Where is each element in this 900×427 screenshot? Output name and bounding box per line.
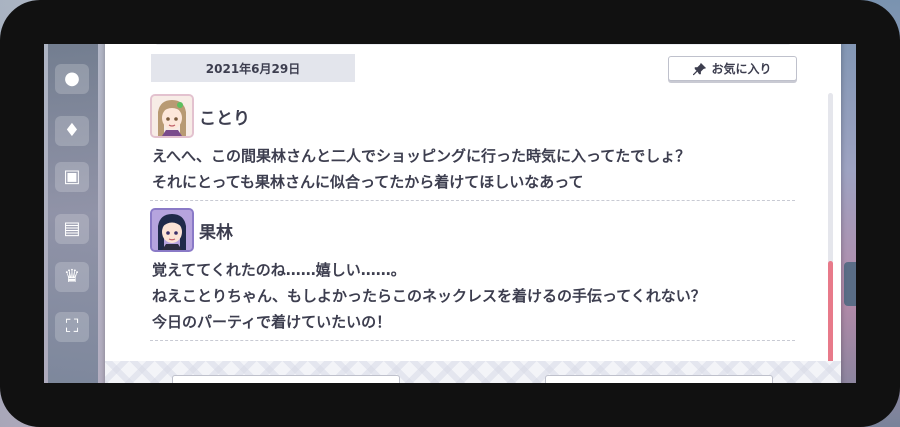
dialogue-scroll-area[interactable]: ことり えへへ、この間果林さんと二人でショッピングに行った時気に入ってたでしょ？… — [150, 93, 795, 363]
karin-avatar — [150, 208, 194, 252]
favorite-button[interactable]: お気に入り — [668, 56, 797, 81]
dialogue-line: 覚えててくれたのね……嬉しい……。 — [152, 261, 406, 279]
speaker-row: ことり — [150, 93, 795, 139]
chat-icon[interactable]: ● — [55, 64, 89, 94]
menu-icon[interactable]: ☰ — [55, 14, 89, 44]
dialogue-line: 今日のパーティで着けていたいの！ — [152, 313, 392, 331]
trophy-icon[interactable]: ♛ — [55, 262, 89, 292]
karin-portrait-icon — [152, 210, 192, 250]
entry-divider — [150, 340, 795, 341]
dialogue-line: ねえことりちゃん、もしよかったらこのネックレスを着けるの手伝ってくれない？ — [152, 287, 706, 305]
kotori-avatar — [150, 94, 194, 138]
kotori-portrait-icon — [152, 96, 192, 136]
message-icon[interactable]: ▤ — [55, 214, 89, 244]
entry-divider — [150, 200, 795, 201]
dialogue-line: えへへ、この間果林さんと二人でショッピングに行った時気に入ってたでしょ？ — [152, 147, 691, 165]
fullscreen-icon[interactable]: ⛶ — [55, 312, 89, 342]
dialogue-line: それにとっても果林さんに似合ってたから着けてほしいなあって — [152, 173, 584, 191]
dialog-title: 毎日劇場 — [145, 19, 801, 45]
training-camp-badge[interactable]: 合宿 — [844, 262, 894, 306]
pin-icon — [693, 62, 707, 75]
user-icon[interactable]: ● — [55, 384, 89, 414]
date-label: 2021年6月29日 — [151, 54, 355, 82]
favorite-label: お気に入り — [711, 62, 772, 76]
scrollbar-thumb[interactable] — [828, 261, 833, 367]
archive-button[interactable]: アーカイブ — [545, 375, 773, 405]
speaker-name: ことり — [199, 108, 250, 129]
gift-shop-icon[interactable]: ♦ — [55, 116, 89, 146]
speaker-row: 果林 — [150, 207, 795, 253]
speaker-name: 果林 — [199, 222, 233, 243]
present-icon[interactable]: ▣ — [55, 162, 89, 192]
close-button[interactable]: とじる — [172, 375, 400, 405]
right-background-panel — [840, 0, 900, 427]
add-currency-icon[interactable]: + — [848, 6, 864, 22]
currency-indicator: + — [848, 6, 890, 26]
daily-theater-dialog: 毎日劇場 2021年6月29日 お気に入り ことり えへへ、この間果林さんと二人… — [105, 13, 841, 413]
